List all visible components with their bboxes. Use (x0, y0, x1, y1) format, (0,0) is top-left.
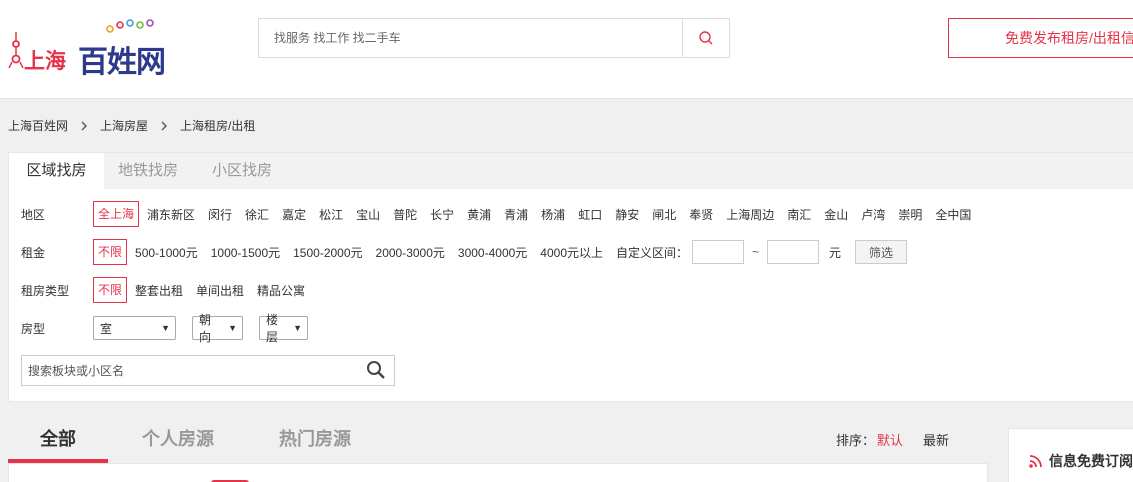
community-search (21, 355, 395, 386)
logo-city: 上海 (24, 50, 66, 73)
filter-tabs: 区域找房 地铁找房 小区找房 (9, 153, 1133, 189)
region-option[interactable]: 崇明 (898, 206, 922, 223)
subscribe-panel: 信息免费订阅 (1008, 428, 1133, 482)
filter-row-rent: 租金 不限 500-1000元 1000-1500元 1500-2000元 20… (21, 239, 908, 265)
search-input[interactable] (259, 19, 682, 57)
region-option[interactable]: 卢湾 (861, 206, 885, 223)
community-search-input[interactable] (22, 356, 352, 385)
search-icon (699, 31, 713, 45)
region-option[interactable]: 浦东新区 (147, 206, 195, 223)
rent-option[interactable]: 500-1000元 (135, 244, 198, 261)
sort-newest[interactable]: 最新 (923, 430, 949, 449)
tab-all[interactable]: 全部 (40, 425, 76, 451)
region-option[interactable]: 松江 (319, 206, 343, 223)
rent-type-option[interactable]: 不限 (93, 277, 128, 303)
filter-label-rent: 租金 (21, 245, 46, 260)
caret-down-icon: ▼ (293, 323, 302, 333)
sort-default[interactable]: 默认 (877, 430, 903, 449)
region-option[interactable]: 普陀 (393, 206, 417, 223)
rent-option[interactable]: 4000元以上 (540, 244, 603, 261)
subscribe-title[interactable]: 信息免费订阅 (1029, 451, 1133, 471)
custom-range-label: 自定义区间： (616, 245, 689, 260)
rent-option[interactable]: 不限 (93, 239, 128, 265)
tab-region[interactable]: 区域找房 (9, 153, 104, 189)
rent-option[interactable]: 1000-1500元 (211, 244, 280, 261)
region-option[interactable]: 金山 (824, 206, 848, 223)
chevron-right-icon (160, 121, 168, 131)
rent-type-option[interactable]: 单间出租 (196, 282, 244, 299)
filter-button[interactable]: 筛选 (855, 240, 908, 264)
site-header: 上海 百姓网 免费发布租房/出租信 (0, 0, 1133, 99)
tab-subway[interactable]: 地铁找房 (118, 153, 178, 189)
rent-unit: 元 (829, 245, 842, 260)
region-option[interactable]: 静安 (615, 206, 639, 223)
sort-bar: 排序： 默认 最新 (836, 430, 949, 449)
breadcrumb-house[interactable]: 上海房屋 (100, 117, 148, 134)
rent-type-option[interactable]: 整套出租 (135, 282, 183, 299)
rent-max-input[interactable] (767, 240, 820, 264)
rings-icon (106, 19, 154, 33)
region-option[interactable]: 奉贤 (689, 206, 713, 223)
floor-select[interactable]: 楼层 ▼ (259, 313, 308, 344)
search-bar (258, 18, 730, 58)
region-option[interactable]: 青浦 (504, 206, 528, 223)
tab-personal[interactable]: 个人房源 (142, 425, 214, 451)
filter-label-layout: 房型 (21, 321, 46, 336)
search-button[interactable] (682, 19, 729, 57)
room-select-value: 室 (100, 321, 113, 336)
breadcrumb-home[interactable]: 上海百姓网 (8, 117, 68, 134)
sort-label: 排序： (836, 433, 876, 448)
region-option[interactable]: 虹口 (578, 206, 602, 223)
filter-label-rent-type: 租房类型 (21, 283, 70, 298)
rent-option[interactable]: 3000-4000元 (458, 244, 527, 261)
rent-option[interactable]: 2000-3000元 (376, 244, 445, 261)
region-option[interactable]: 杨浦 (541, 206, 565, 223)
region-option[interactable]: 徐汇 (245, 206, 269, 223)
tab-hot[interactable]: 热门房源 (279, 425, 351, 451)
region-option[interactable]: 闵行 (208, 206, 232, 223)
orientation-select[interactable]: 朝向 ▼ (192, 313, 243, 344)
subscribe-title-text: 信息免费订阅 (1049, 453, 1133, 469)
chevron-right-icon (80, 121, 88, 131)
rent-min-input[interactable] (692, 240, 745, 264)
filter-row-region: 地区 全上海 浦东新区 闵行 徐汇 嘉定 松江 宝山 普陀 长宁 黄浦 青浦 杨… (21, 201, 984, 227)
filter-row-layout: 房型 室 ▼ 朝向 ▼ 楼层 ▼ (21, 313, 324, 344)
region-option[interactable]: 长宁 (430, 206, 454, 223)
site-logo[interactable]: 上海 百姓网 (6, 18, 176, 79)
logo-brand: 百姓网 (78, 46, 166, 79)
region-option[interactable]: 嘉定 (282, 206, 306, 223)
tab-community[interactable]: 小区找房 (212, 153, 272, 189)
region-option[interactable]: 闸北 (652, 206, 676, 223)
breadcrumb-rent[interactable]: 上海租房/出租 (180, 117, 255, 134)
region-option[interactable]: 上海周边 (726, 206, 774, 223)
floor-select-value: 楼层 (266, 313, 279, 344)
filter-panel: 区域找房 地铁找房 小区找房 地区 全上海 浦东新区 闵行 徐汇 嘉定 松江 宝… (8, 152, 1133, 402)
region-option[interactable]: 南汇 (787, 206, 811, 223)
listing-body (8, 463, 988, 482)
region-option[interactable]: 黄浦 (467, 206, 491, 223)
region-option[interactable]: 全上海 (93, 201, 140, 227)
rent-option[interactable]: 1500-2000元 (293, 244, 362, 261)
filter-row-rent-type: 租房类型 不限 整套出租 单间出租 精品公寓 (21, 277, 318, 303)
publish-button[interactable]: 免费发布租房/出租信 (948, 18, 1133, 58)
rss-icon (1029, 455, 1042, 468)
region-option[interactable]: 宝山 (356, 206, 380, 223)
caret-down-icon: ▼ (161, 323, 170, 333)
tower-icon (8, 32, 24, 68)
region-option[interactable]: 全中国 (935, 206, 971, 223)
room-select[interactable]: 室 ▼ (93, 316, 176, 340)
magnifier-icon[interactable] (366, 360, 386, 383)
rent-type-option[interactable]: 精品公寓 (257, 282, 305, 299)
breadcrumb: 上海百姓网 上海房屋 上海租房/出租 (8, 117, 255, 134)
caret-down-icon: ▼ (228, 323, 237, 333)
range-separator: ~ (752, 245, 760, 259)
filter-label-region: 地区 (21, 207, 46, 222)
orientation-select-value: 朝向 (199, 313, 212, 344)
